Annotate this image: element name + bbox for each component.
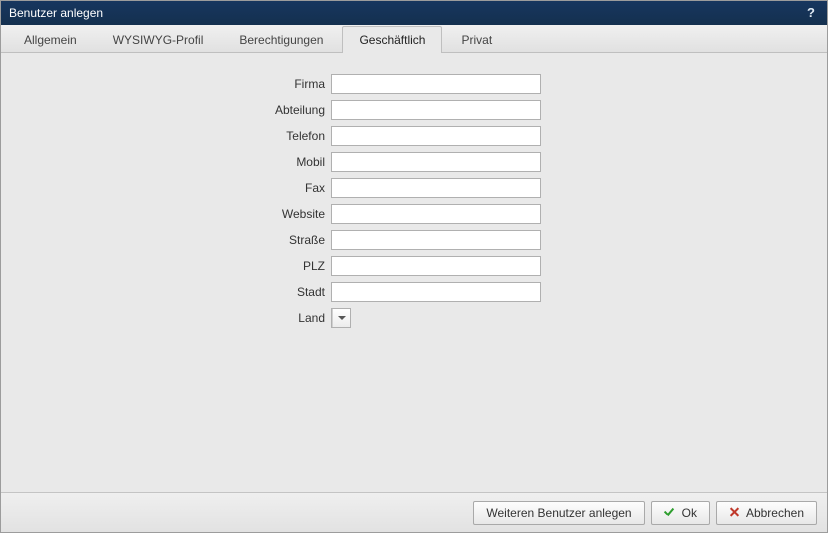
tab-bar: Allgemein WYSIWYG-Profil Berechtigungen … [1, 25, 827, 53]
input-telefon[interactable] [331, 126, 541, 146]
field-mobil: Mobil [271, 151, 541, 173]
label-mobil: Mobil [271, 155, 331, 169]
button-label: Ok [682, 506, 697, 520]
chevron-down-icon[interactable] [332, 309, 350, 327]
help-icon[interactable]: ? [803, 5, 819, 21]
select-land[interactable] [331, 308, 351, 328]
user-create-dialog: Benutzer anlegen ? Allgemein WYSIWYG-Pro… [0, 0, 828, 533]
field-land: Land [271, 307, 351, 329]
ok-button[interactable]: Ok [651, 501, 710, 525]
label-plz: PLZ [271, 259, 331, 273]
field-abteilung: Abteilung [271, 99, 541, 121]
window-title: Benutzer anlegen [9, 6, 803, 20]
check-icon [664, 507, 676, 519]
tab-geschaeftlich[interactable]: Geschäftlich [342, 26, 442, 53]
label-abteilung: Abteilung [271, 103, 331, 117]
field-fax: Fax [271, 177, 541, 199]
input-mobil[interactable] [331, 152, 541, 172]
label-website: Website [271, 207, 331, 221]
tab-label: Privat [461, 33, 492, 47]
field-plz: PLZ [271, 255, 541, 277]
close-icon [729, 507, 740, 518]
tab-label: Allgemein [24, 33, 77, 47]
create-another-user-button[interactable]: Weiteren Benutzer anlegen [473, 501, 644, 525]
input-strasse[interactable] [331, 230, 541, 250]
label-land: Land [271, 311, 331, 325]
label-stadt: Stadt [271, 285, 331, 299]
field-strasse: Straße [271, 229, 541, 251]
input-abteilung[interactable] [331, 100, 541, 120]
tab-label: Berechtigungen [239, 33, 323, 47]
dialog-footer: Weiteren Benutzer anlegen Ok Abbrechen [1, 492, 827, 532]
tab-wysiwyg-profil[interactable]: WYSIWYG-Profil [96, 26, 221, 53]
button-label: Weiteren Benutzer anlegen [486, 506, 631, 520]
input-fax[interactable] [331, 178, 541, 198]
titlebar: Benutzer anlegen ? [1, 1, 827, 25]
field-firma: Firma [271, 73, 541, 95]
tab-content: Firma Abteilung Telefon Mobil Fax Websit… [1, 53, 827, 492]
tab-label: Geschäftlich [359, 33, 425, 47]
input-firma[interactable] [331, 74, 541, 94]
tab-label: WYSIWYG-Profil [113, 33, 204, 47]
business-form: Firma Abteilung Telefon Mobil Fax Websit… [271, 73, 827, 329]
label-telefon: Telefon [271, 129, 331, 143]
field-stadt: Stadt [271, 281, 541, 303]
tab-privat[interactable]: Privat [444, 26, 509, 53]
field-telefon: Telefon [271, 125, 541, 147]
field-website: Website [271, 203, 541, 225]
tab-berechtigungen[interactable]: Berechtigungen [222, 26, 340, 53]
label-firma: Firma [271, 77, 331, 91]
label-strasse: Straße [271, 233, 331, 247]
input-plz[interactable] [331, 256, 541, 276]
input-stadt[interactable] [331, 282, 541, 302]
tab-allgemein[interactable]: Allgemein [7, 26, 94, 53]
input-website[interactable] [331, 204, 541, 224]
label-fax: Fax [271, 181, 331, 195]
cancel-button[interactable]: Abbrechen [716, 501, 817, 525]
button-label: Abbrechen [746, 506, 804, 520]
